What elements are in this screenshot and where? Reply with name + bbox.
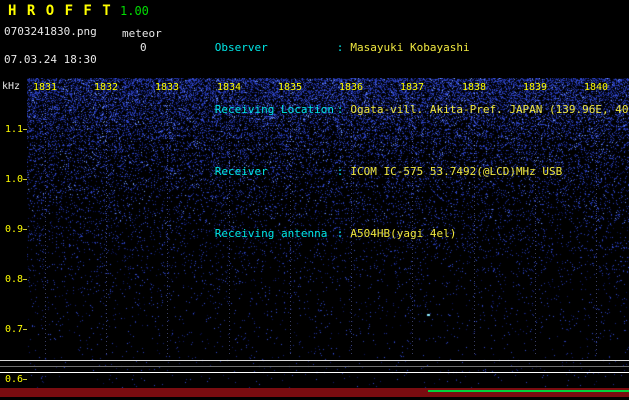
station-info: Observer: Masayuki Kobayashi Receiving Lo… <box>175 5 629 278</box>
minute-gridline <box>106 93 107 357</box>
freq-label: 0.9 <box>4 224 23 235</box>
signal-level-trace <box>428 390 629 392</box>
freq-tick <box>23 129 27 130</box>
freq-tick <box>23 379 27 380</box>
freq-tick <box>23 279 27 280</box>
freq-label: 1.1 <box>4 124 23 135</box>
info-row-observer: Observer: Masayuki Kobayashi <box>175 30 629 67</box>
freq-label: 0.8 <box>4 274 23 285</box>
info-label: Observer <box>214 41 268 55</box>
info-value: Masayuki Kobayashi <box>350 41 470 55</box>
freq-axis-unit: kHz <box>2 81 21 92</box>
app-version: 1.00 <box>120 4 149 18</box>
time-label: 1832 <box>93 82 119 93</box>
freq-label: 0.6 <box>4 374 23 385</box>
freq-tick <box>23 179 27 180</box>
hrofft-window: H R O F F T 1.00 0703241830.png meteor 0… <box>0 0 629 400</box>
info-label: Receiving antenna <box>214 227 328 241</box>
level-reference-line <box>0 366 629 367</box>
freq-tick <box>23 329 27 330</box>
info-row-antenna: Receiving antenna: A504HB(yagi 4el) <box>175 216 629 253</box>
info-label: Receiving Location <box>214 103 334 117</box>
minute-gridline <box>45 93 46 357</box>
info-row-receiver: Receiver: ICOM IC-575 53.7492(@LCD)MHz US… <box>175 154 629 191</box>
info-row-location: Receiving Location: Ogata-vill. Akita-Pre… <box>175 92 629 129</box>
minute-gridline <box>167 93 168 357</box>
info-value: Ogata-vill. Akita-Pref. JAPAN (139.96E, … <box>350 103 629 117</box>
info-label: Receiver <box>214 165 268 179</box>
freq-label: 1.0 <box>4 174 23 185</box>
freq-tick <box>23 229 27 230</box>
time-label: 1831 <box>32 82 58 93</box>
output-filename: 0703241830.png <box>4 25 97 38</box>
meteor-count-label: meteor <box>122 27 162 40</box>
freq-label: 0.7 <box>4 324 23 335</box>
info-value: A504HB(yagi 4el) <box>350 227 457 241</box>
observation-datetime: 07.03.24 18:30 <box>4 53 97 66</box>
meteor-count-value: 0 <box>140 41 147 54</box>
level-reference-line <box>0 360 629 361</box>
level-reference-line <box>0 372 629 373</box>
info-value: ICOM IC-575 53.7492(@LCD)MHz USB <box>350 165 563 179</box>
app-title: H R O F F T <box>8 3 112 19</box>
